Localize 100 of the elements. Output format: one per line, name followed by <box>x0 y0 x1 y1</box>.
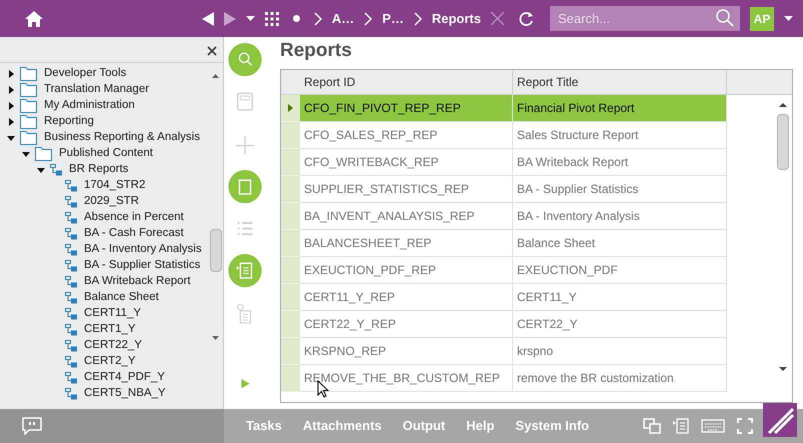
dot-icon[interactable] <box>292 15 300 22</box>
current-row-icon[interactable] <box>288 104 293 112</box>
chevron-icon[interactable] <box>364 12 372 26</box>
tree-item[interactable]: My Administration <box>44 97 135 115</box>
refresh-icon[interactable] <box>518 10 534 26</box>
scroll-thumb[interactable] <box>210 229 222 272</box>
folder-icon[interactable] <box>20 67 37 81</box>
table-cell: SUPPLIER_STATISTICS_REP <box>300 176 513 203</box>
table-cell: Balance Sheet <box>513 230 727 257</box>
table-cell: remove the BR customization <box>513 365 727 392</box>
tree-item[interactable]: CERT4_PDF_Y <box>84 369 165 387</box>
trash-icon[interactable] <box>227 170 263 203</box>
scroll-up-icon[interactable] <box>212 74 219 78</box>
apps-grid-icon[interactable] <box>264 12 279 26</box>
table-cell: EXEUCTION_PDF <box>513 257 727 284</box>
tree-item[interactable]: 1704_STR2 <box>84 177 146 195</box>
table-cell: BA - Supplier Statistics <box>513 176 727 203</box>
folder-icon[interactable] <box>35 147 52 161</box>
chevron-icon[interactable] <box>314 12 322 26</box>
expand-caret-icon[interactable] <box>7 118 15 126</box>
tree-item[interactable]: 2029_STR <box>84 193 139 211</box>
hierarchy-icon[interactable] <box>65 196 77 208</box>
tree-item[interactable]: CERT22_Y <box>84 337 142 355</box>
document-icon[interactable] <box>227 254 263 288</box>
collapse-caret-icon[interactable] <box>37 166 45 174</box>
folder-icon[interactable] <box>20 99 37 113</box>
tree-item[interactable]: BA - Inventory Analysis <box>84 241 202 259</box>
tree-item[interactable]: CERT1_Y <box>84 321 136 339</box>
hierarchy-icon[interactable] <box>65 276 77 288</box>
collapse-caret-icon[interactable] <box>22 150 30 158</box>
breadcrumb-link[interactable]: P… <box>382 8 404 28</box>
tree-item[interactable]: BA Writeback Report <box>84 273 191 291</box>
expand-caret-icon[interactable] <box>7 102 15 110</box>
keyboard-icon[interactable] <box>701 419 725 433</box>
feedback-icon[interactable] <box>22 417 42 435</box>
table-cell: CERT22_Y <box>513 311 727 338</box>
hierarchy-icon[interactable] <box>65 340 77 352</box>
search-icon[interactable] <box>227 43 263 76</box>
expand-caret-icon[interactable] <box>7 86 15 94</box>
document-icon[interactable] <box>673 418 689 434</box>
search-field[interactable]: Search... <box>550 6 740 31</box>
table-cell: EXEUCTION_PDF_REP <box>300 257 513 284</box>
table-cell: CFO_WRITEBACK_REP <box>300 149 513 176</box>
hierarchy-icon[interactable] <box>65 356 77 368</box>
search-icon[interactable] <box>716 9 734 27</box>
hierarchy-icon[interactable] <box>65 260 77 272</box>
folder-icon[interactable] <box>20 83 37 97</box>
tree-item[interactable]: BA - Cash Forecast <box>84 225 184 243</box>
folder-icon[interactable] <box>20 131 37 145</box>
hierarchy-icon[interactable] <box>65 244 77 256</box>
chevron-icon[interactable] <box>414 12 422 26</box>
table-cell: BA Writeback Report <box>513 149 727 176</box>
table-cell: CERT22_Y_REP <box>300 311 513 338</box>
hierarchy-icon[interactable] <box>65 308 77 320</box>
hierarchy-icon[interactable] <box>50 164 62 176</box>
hierarchy-icon[interactable] <box>65 372 77 384</box>
folder-icon[interactable] <box>20 115 37 129</box>
table-cell: BALANCESHEET_REP <box>300 230 513 257</box>
tree-item[interactable]: CERT2_Y <box>84 353 136 371</box>
breadcrumb-link[interactable]: Reports <box>432 8 481 28</box>
breadcrumb-link[interactable]: A… <box>332 8 354 28</box>
back-icon[interactable] <box>202 12 214 26</box>
caret-icon[interactable] <box>246 16 255 21</box>
table-cell: Sales Structure Report <box>513 122 727 149</box>
home-icon[interactable] <box>25 10 43 26</box>
fullscreen-icon[interactable] <box>737 418 753 434</box>
collapse-caret-icon[interactable] <box>7 134 15 142</box>
tree-item[interactable]: Developer Tools <box>44 65 126 83</box>
windows-icon[interactable] <box>643 418 661 434</box>
tree-item[interactable]: BA - Supplier Statistics <box>84 257 200 275</box>
tree-item[interactable]: Balance Sheet <box>84 289 159 307</box>
hierarchy-icon[interactable] <box>65 180 77 192</box>
hierarchy-icon[interactable] <box>65 228 77 240</box>
table-cell: CFO_SALES_REP_REP <box>300 122 513 149</box>
scroll-up-icon[interactable] <box>779 103 787 107</box>
column-header[interactable]: Report Title <box>513 70 727 94</box>
column-header[interactable]: Report ID <box>300 70 513 94</box>
tree-item[interactable]: Business Reporting & Analysis <box>44 129 200 147</box>
hierarchy-icon[interactable] <box>65 292 77 304</box>
expand-caret-icon[interactable] <box>7 70 15 78</box>
tree-item[interactable]: CERT5_NBA_Y <box>84 385 166 403</box>
tree-item[interactable]: BR Reports <box>69 161 128 179</box>
caret-icon[interactable] <box>784 16 793 21</box>
table-cell: krspno <box>513 338 727 365</box>
tree-item[interactable]: Published Content <box>59 145 153 163</box>
scroll-thumb[interactable] <box>777 114 789 170</box>
scroll-down-icon[interactable] <box>212 336 219 340</box>
hierarchy-icon[interactable] <box>65 324 77 336</box>
tree-item[interactable]: Translation Manager <box>44 81 150 99</box>
table-cell: Financial Pivot Report <box>513 95 727 122</box>
forward-icon[interactable] <box>224 12 236 26</box>
tree-item[interactable]: CERT11_Y <box>84 305 142 323</box>
hierarchy-icon[interactable] <box>65 212 77 224</box>
hierarchy-icon[interactable] <box>65 388 77 400</box>
tree-item[interactable]: Reporting <box>44 113 94 131</box>
tree-item[interactable]: Absence in Percent <box>84 209 184 227</box>
scroll-down-icon[interactable] <box>779 367 787 371</box>
close-icon[interactable] <box>207 46 217 56</box>
logo-icon[interactable] <box>763 403 797 437</box>
row-indicator[interactable] <box>281 95 300 122</box>
